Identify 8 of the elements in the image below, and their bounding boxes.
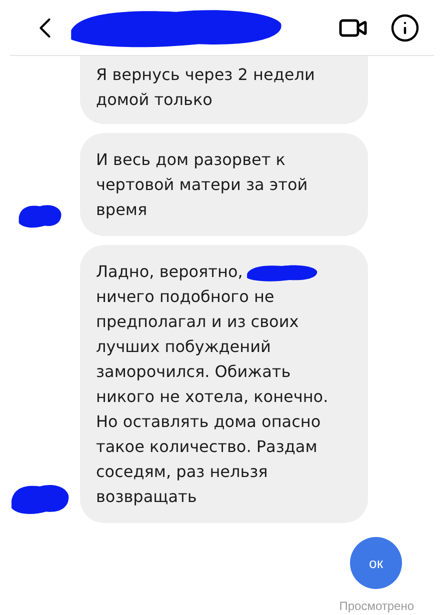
info-icon	[390, 12, 420, 42]
message-text: ничего подобного не предполагал и из своих лучших побуждений заморочился. Обижать никого не хотела, конечно. Но оставлять дома опасно такое количество. Раздам соседям, раз нельзя возвращать	[96, 287, 328, 506]
message-text: Я вернусь через 2 недели домой только	[96, 65, 315, 109]
sent-message: ок	[350, 537, 402, 589]
message-text: Ладно, вероятно,	[96, 262, 243, 281]
message-text: И весь дом разорвет к чертовой матери за этой время	[96, 150, 308, 219]
info-button[interactable]	[390, 12, 420, 42]
seen-status: Просмотрено	[339, 598, 414, 615]
